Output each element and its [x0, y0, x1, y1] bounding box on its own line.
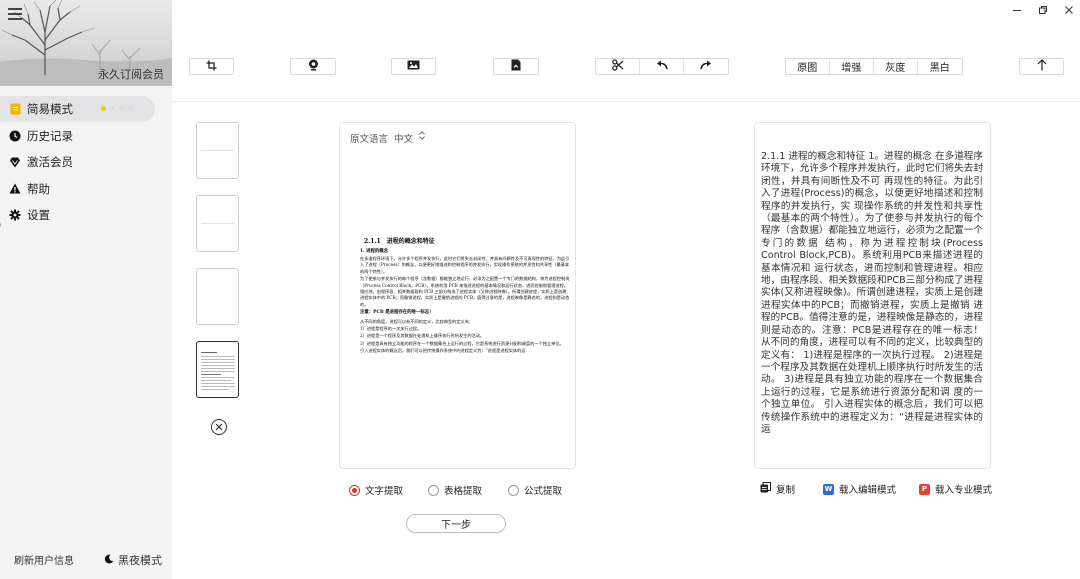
dark-mode-toggle[interactable]: 黑夜模式	[104, 552, 162, 568]
source-image-panel: 原文语言 中文 2.1.1 进程的概念和特征 1. 进程的概念 在多道程序环境下…	[339, 122, 576, 469]
sidebar-footer: 刷新用户信息 黑夜模式	[0, 552, 172, 568]
page-thumbnail-selected[interactable]	[196, 341, 239, 398]
radio-label: 文字提取	[365, 486, 404, 497]
sidebar-item-label: 设置	[27, 208, 50, 222]
sidebar-item-label: 历史记录	[27, 128, 73, 143]
upload-button[interactable]	[1019, 58, 1064, 75]
sidebar-item-label: 简易模式	[27, 102, 73, 116]
sidebar-item-history[interactable]: 历史记录	[0, 123, 172, 149]
window-controls	[1012, 4, 1074, 18]
sidebar-item-activate-vip[interactable]: 激活会员	[0, 149, 172, 175]
page-thumbnail[interactable]	[196, 195, 239, 252]
radio-dot	[508, 484, 519, 496]
load-pro-mode-label: 载入专业模式	[935, 485, 993, 496]
doc-subheading: 1. 进程的概念	[360, 249, 389, 254]
radio-table-extract[interactable]: 表格提取	[428, 483, 482, 497]
sidebar-item-label: 帮助	[27, 181, 50, 196]
radio-text-extract[interactable]: 文字提取	[349, 483, 403, 497]
doc-paragraph: 为了使参与并发执行的每个程序（含数据）都能独立地运行，必须为之配置一个专门的数据…	[360, 276, 570, 307]
remove-page-icon[interactable]	[211, 419, 227, 435]
doc-title: 2.1.1 进程的概念和特征	[364, 238, 435, 245]
view-mode-gray[interactable]: 灰度	[874, 59, 918, 74]
load-edit-mode-label: 载入编辑模式	[839, 485, 897, 496]
language-value: 中文	[394, 134, 414, 145]
dark-mode-label: 黑夜模式	[118, 554, 162, 567]
crop-button[interactable]	[189, 58, 234, 75]
undo-button[interactable]	[640, 59, 684, 74]
doc-note: 注意：PCB 是进程存在的唯一标志！	[360, 310, 434, 316]
cut-button[interactable]	[596, 59, 641, 74]
gear-icon	[9, 209, 21, 221]
scissors-icon	[611, 59, 624, 74]
load-edit-mode-button[interactable]: W 载入编辑模式	[823, 482, 896, 496]
vip-label: 永久订阅会员	[98, 68, 164, 81]
page-thumbnail[interactable]	[196, 122, 239, 179]
view-mode-group: 原图 增强 灰度 黑白	[785, 58, 963, 75]
progress-dots	[101, 106, 133, 111]
crop-icon	[206, 60, 217, 74]
image-icon	[407, 60, 420, 73]
ocr-result-text[interactable]: 2.1.1 进程的概念和特征 1。进程的概念 在多道程序环境下，允许多个程序并发…	[761, 151, 983, 436]
next-step-button[interactable]: 下一步	[406, 514, 506, 533]
undo-icon	[656, 60, 668, 73]
sidebar-nav: 简易模式 历史记录 激活会员 帮助 设置	[0, 96, 172, 229]
redo-button[interactable]	[684, 59, 728, 74]
image-button[interactable]	[391, 58, 436, 75]
powerpoint-icon: P	[919, 483, 930, 495]
copy-label: 复制	[776, 485, 796, 496]
radio-dot	[428, 484, 439, 496]
arrow-up-icon	[1037, 59, 1047, 74]
doc-paragraph: 引入进程实体的概念后，我们可以把传统操作系统中的进程定义为：“进程是进程实体的运	[360, 348, 526, 354]
radio-label: 表格提取	[444, 486, 483, 497]
page-thumbnail[interactable]	[196, 268, 239, 325]
app-window: 永久订阅会员 简易模式 历史记录 激活会员 帮助 设置 刷新用户信息 黑夜模式 …	[0, 0, 1080, 579]
sidebar-item-settings[interactable]: 设置	[0, 202, 172, 228]
view-mode-enhance[interactable]: 增强	[830, 59, 875, 74]
doc-list-item: 2）进程是一个程序及其数据在处理机上顺序执行时所发生的活动。	[360, 333, 485, 339]
language-selector[interactable]: 原文语言 中文	[350, 131, 425, 145]
doc-list-item: 3）进程是具有独立功能的程序在一个数据集合上运行的过程，它是系统进行资源分配和调…	[360, 340, 564, 346]
doc-paragraph: 从不同的角度，进程可以有不同的定义，比较典型的定义有：	[360, 318, 474, 324]
pdf-icon	[511, 59, 521, 74]
redo-icon	[700, 60, 712, 73]
language-label: 原文语言	[350, 134, 389, 145]
doc-list-item: 1）进程是程序的一次执行过程。	[360, 326, 422, 332]
diamond-icon	[9, 156, 21, 168]
restore-icon[interactable]	[1038, 4, 1048, 18]
clock-icon	[9, 130, 21, 142]
sidebar-item-simple-mode[interactable]: 简易模式	[0, 96, 155, 122]
radio-formula-extract[interactable]: 公式提取	[508, 483, 562, 497]
load-pro-mode-button[interactable]: P 载入专业模式	[919, 482, 992, 496]
edit-tools-group	[595, 58, 729, 75]
copy-button[interactable]: 复制	[760, 482, 795, 496]
view-mode-original[interactable]: 原图	[786, 59, 830, 74]
word-icon: W	[823, 483, 834, 495]
banner-image: 永久订阅会员	[0, 0, 172, 86]
pdf-button[interactable]	[493, 58, 539, 75]
copy-icon	[760, 482, 771, 496]
sidebar: 永久订阅会员 简易模式 历史记录 激活会员 帮助 设置 刷新用户信息 黑夜模式	[0, 0, 172, 579]
warning-icon	[9, 183, 21, 195]
doc-icon	[9, 103, 21, 115]
radio-label: 公式提取	[524, 486, 563, 497]
webcam-icon	[308, 59, 319, 74]
doc-paragraph: 在多道程序环境下，允许多个程序并发执行，此时它们将失去封闭性，并具有间断性及不可…	[360, 256, 570, 274]
sidebar-item-label: 激活会员	[27, 155, 73, 169]
view-mode-bw[interactable]: 黑白	[918, 59, 962, 74]
scanned-document: 2.1.1 进程的概念和特征 1. 进程的概念 在多道程序环境下，允许多个程序并…	[360, 236, 570, 356]
sidebar-item-help[interactable]: 帮助	[0, 176, 172, 202]
chevron-updown-icon	[419, 131, 425, 145]
toolbar-divider	[172, 101, 1080, 102]
collapse-handle-icon[interactable]	[0, 218, 6, 232]
minimize-icon[interactable]	[1012, 4, 1022, 18]
radio-dot	[349, 484, 360, 496]
camera-button[interactable]	[290, 58, 336, 75]
menu-icon[interactable]	[8, 8, 22, 20]
refresh-user-info-link[interactable]: 刷新用户信息	[14, 552, 74, 567]
moon-icon	[104, 554, 114, 567]
ocr-result-panel: 2.1.1 进程的概念和特征 1。进程的概念 在多道程序环境下，允许多个程序并发…	[754, 122, 991, 469]
close-window-icon[interactable]	[1064, 4, 1074, 18]
